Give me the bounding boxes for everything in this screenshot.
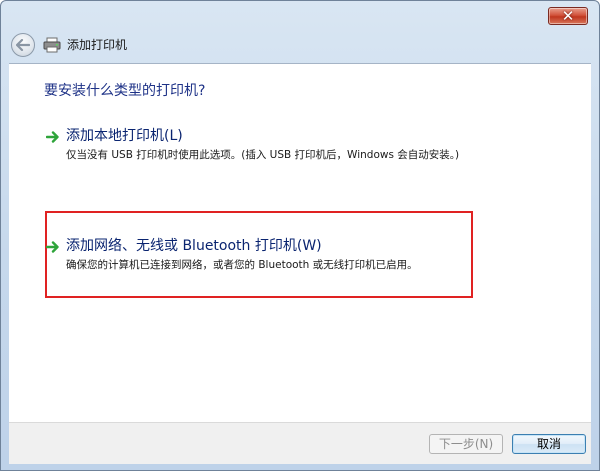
wizard-content: 要安装什么类型的打印机? 添加本地打印机(L) 仅当没有 USB 打印机时使用此… [9,63,591,423]
page-heading: 要安装什么类型的打印机? [44,83,206,99]
option-description: 仅当没有 USB 打印机时使用此选项。(插入 USB 打印机后，Windows … [66,149,460,161]
add-printer-window: ✕ 添加打印机 要安装什么类型的打印机? 添加本地打印机(L) 仅当没有 USB… [0,0,600,471]
wizard-footer: 下一步(N) 取消 [9,422,591,464]
back-button[interactable] [11,33,35,57]
green-arrow-icon [46,131,59,143]
close-icon: ✕ [561,6,575,25]
next-button[interactable]: 下一步(N) [429,434,503,454]
window-title: 添加打印机 [67,38,128,52]
back-arrow-icon [16,39,30,51]
close-button[interactable]: ✕ [548,7,588,25]
printer-icon [43,37,61,53]
option-title[interactable]: 添加网络、无线或 Bluetooth 打印机(W) [66,237,322,255]
green-arrow-icon [46,241,59,253]
cancel-button[interactable]: 取消 [512,434,586,454]
option-title[interactable]: 添加本地打印机(L) [66,127,183,145]
navigation-bar: 添加打印机 [9,29,591,63]
option-description: 确保您的计算机已连接到网络，或者您的 Bluetooth 或无线打印机已启用。 [66,259,418,271]
